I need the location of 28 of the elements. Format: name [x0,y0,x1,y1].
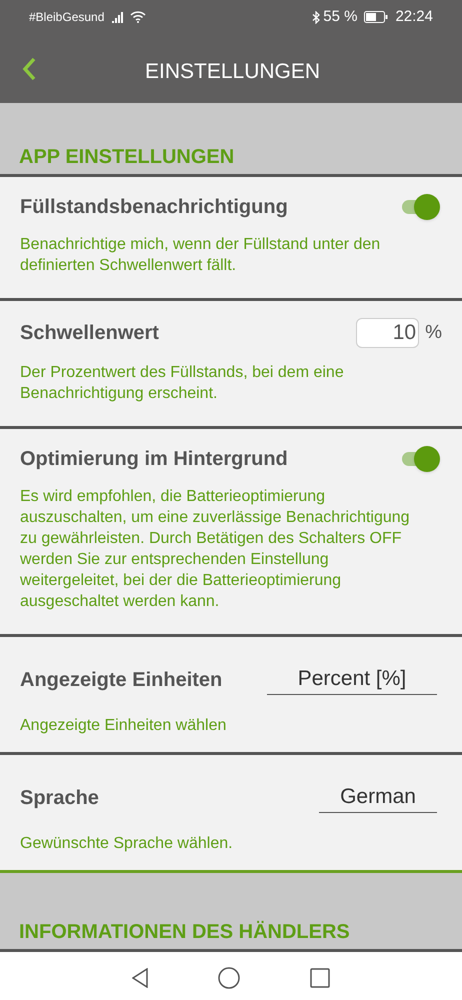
battery-percent: 55 % [323,6,358,27]
wifi-icon [130,11,146,23]
dropdown[interactable]: Percent [%] [267,665,437,695]
toggle-switch[interactable] [402,449,438,469]
dropdown[interactable]: German [319,783,437,813]
section-heading: APP EINSTELLUNGEN [19,145,234,170]
setting-title: Optimierung im Hintergrund [20,447,288,472]
setting-description: Es wird empfohlen, die Batterieoptimierung auszuschalten, um eine zuverlässige Benachrichtigung zu gewährleisten. Durch Betätigen des Schalters OFF werden Sie zur entsprechenden Einstellung weitergeleitet, bei der die Batterieoptimierung ausgeschaltet werden kann. [20,487,411,612]
setting-description: Angezeigte Einheiten wählen [20,716,228,736]
bluetooth-icon [312,10,320,24]
threshold-field[interactable]: 10 [356,318,420,348]
carrier-text: #BleibGesund [29,9,104,26]
section-heading: INFORMATIONEN DES HÄNDLERS [19,920,350,945]
setting-description: Benachrichtige mich, wenn der Füllstand unter den definierten Schwellenwert fällt. [20,235,382,276]
clock-text: 22:24 [395,6,433,27]
setting-title: Füllstandsbenachrichtigung [20,195,288,220]
back-nav-icon[interactable] [132,968,148,988]
battery-icon [364,11,388,23]
home-nav-icon[interactable] [218,967,240,989]
unit-label: % [425,320,442,345]
setting-title: Sprache [20,786,99,811]
toggle-switch[interactable] [402,197,438,217]
setting-description: Gewünschte Sprache wählen. [20,834,234,854]
recents-nav-icon[interactable] [310,968,330,988]
screen-title: EINSTELLUNGEN [145,59,320,85]
setting-title: Schwellenwert [20,321,159,346]
setting-title: Angezeigte Einheiten [20,668,222,693]
setting-description: Der Prozentwert des Füllstands, bei dem eine Benachrichtigung erscheint. [20,363,345,404]
